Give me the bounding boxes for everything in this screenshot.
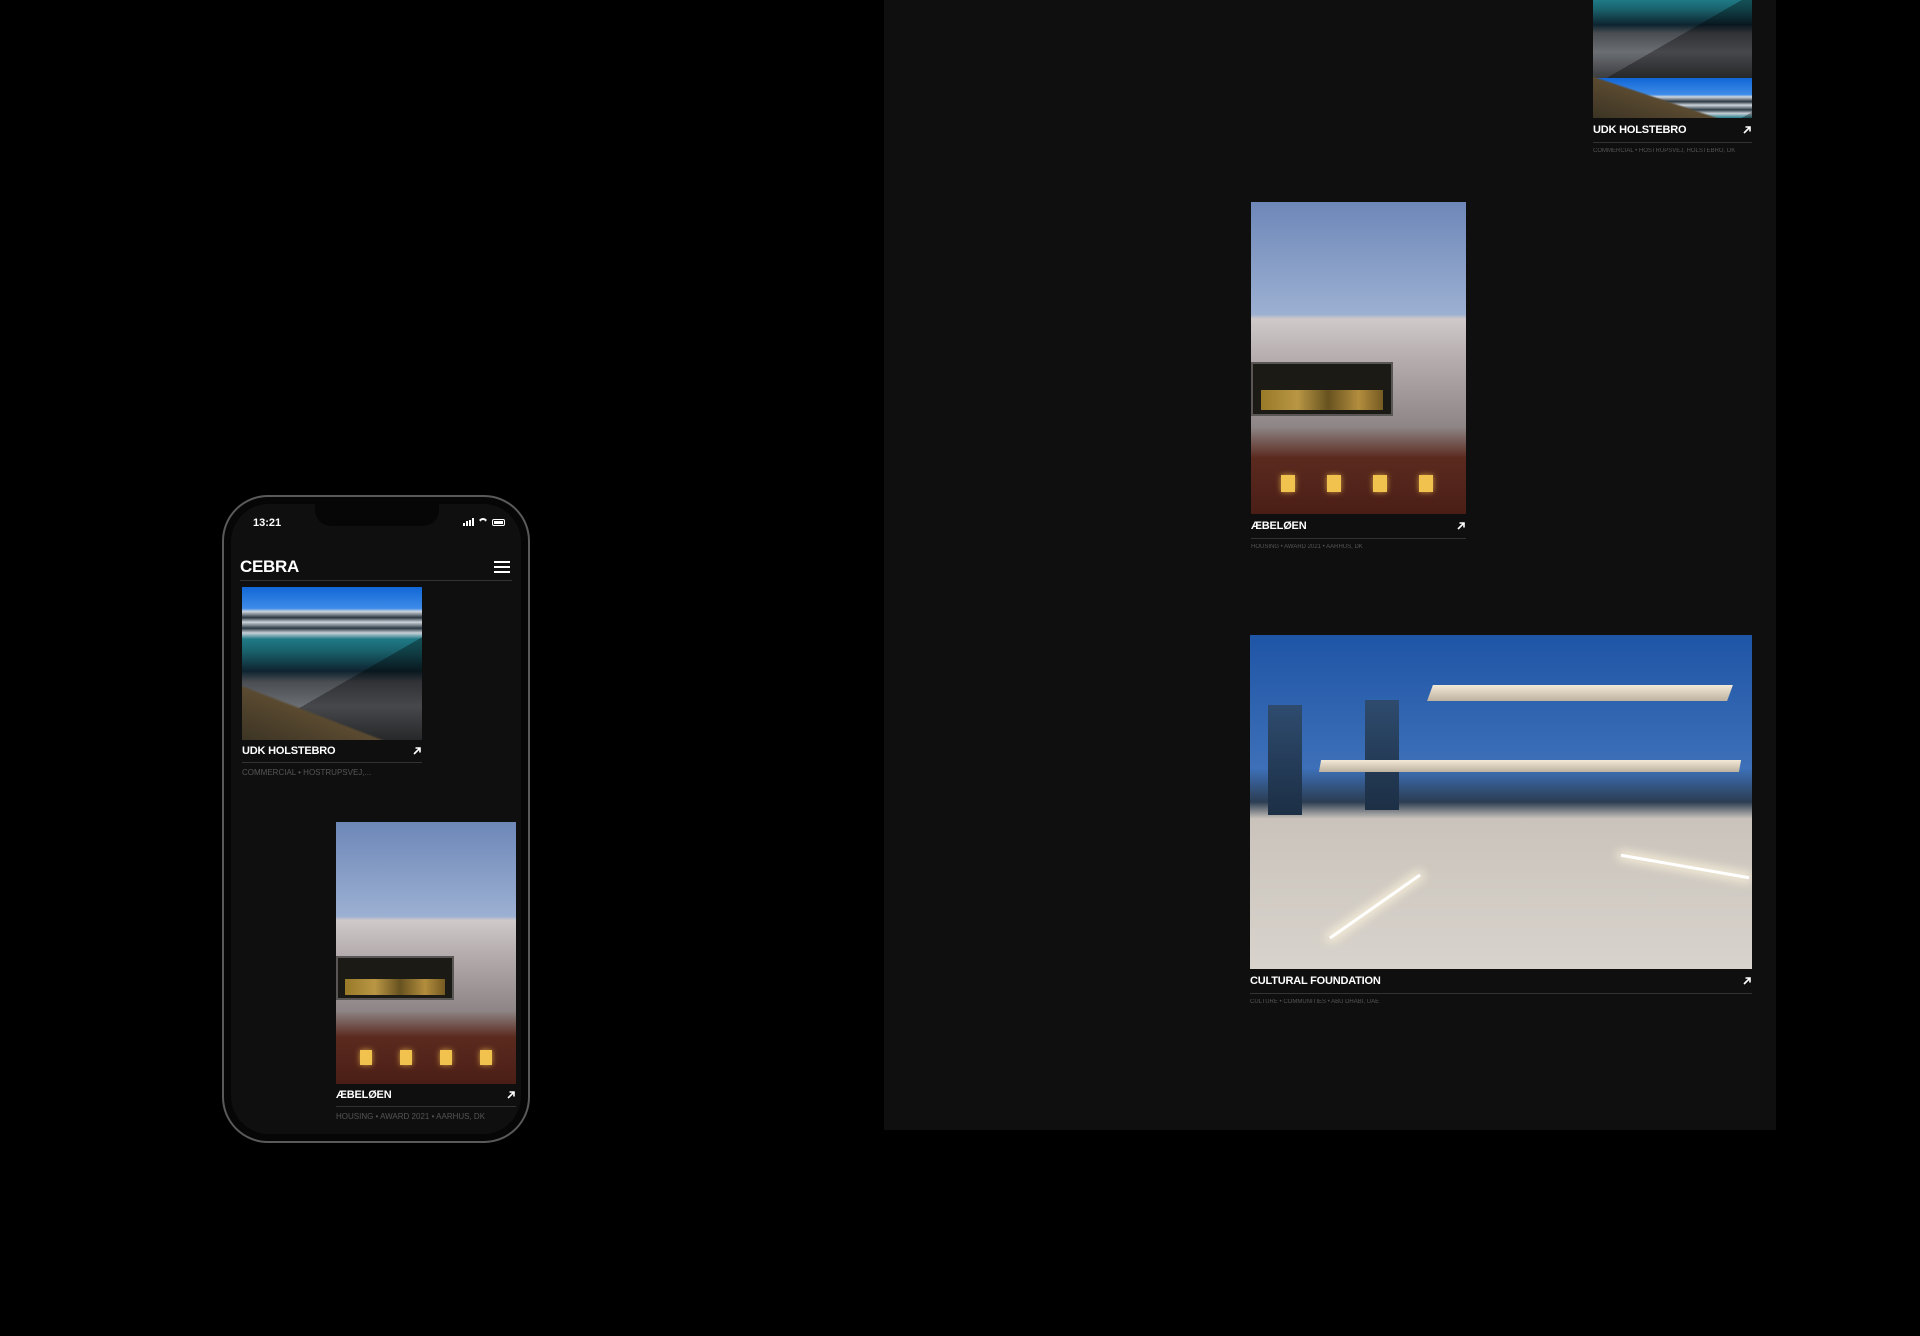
- project-title: ÆBELØEN: [1251, 520, 1307, 532]
- arrow-up-right-icon[interactable]: [1742, 976, 1752, 986]
- project-title-row: UDK HOLSTEBRO: [1593, 118, 1752, 143]
- cellular-signal-icon: [463, 518, 474, 526]
- header-divider: [240, 580, 512, 581]
- project-card-udk-holstebro[interactable]: UDK HOLSTEBRO COMMERCIAL • HOSTRUPSVEJ, …: [1593, 0, 1752, 154]
- project-title: UDK HOLSTEBRO: [242, 745, 336, 757]
- project-image[interactable]: [1250, 635, 1752, 969]
- project-title-row: ÆBELØEN: [1251, 514, 1466, 539]
- battery-icon: [492, 518, 505, 526]
- project-title-row: ÆBELØEN: [336, 1084, 516, 1107]
- project-meta: HOUSING • AWARD 2021 • AARHUS, DK: [1251, 544, 1363, 550]
- hamburger-icon[interactable]: [494, 561, 510, 573]
- status-time: 13:21: [253, 517, 282, 529]
- project-image[interactable]: [1251, 202, 1466, 514]
- project-meta: COMMERCIAL • HOSTRUPSVEJ,...: [242, 768, 372, 777]
- phone-screen: 13:21 CEBRA UDK HOLSTEBRO COMMERCIAL • H…: [231, 504, 521, 1134]
- project-title: ÆBELØEN: [336, 1089, 392, 1101]
- project-title-row: UDK HOLSTEBRO: [242, 740, 422, 763]
- wifi-icon: [478, 518, 488, 526]
- project-card-aebeloen[interactable]: ÆBELØEN HOUSING • AWARD 2021 • AARHUS, D…: [336, 822, 516, 1121]
- project-title: CULTURAL FOUNDATION: [1250, 975, 1381, 987]
- project-card-cultural-foundation[interactable]: CULTURAL FOUNDATION CULTURE • COMMUNITIE…: [1250, 635, 1752, 1005]
- project-card-aebeloen[interactable]: ÆBELØEN HOUSING • AWARD 2021 • AARHUS, D…: [1251, 202, 1466, 550]
- status-icons: [463, 518, 505, 526]
- brand-logo[interactable]: CEBRA: [240, 557, 299, 577]
- project-image[interactable]: [242, 587, 422, 740]
- project-title-row: CULTURAL FOUNDATION: [1250, 969, 1752, 994]
- phone-mockup: 13:21 CEBRA UDK HOLSTEBRO COMMERCIAL • H…: [222, 495, 530, 1143]
- arrow-up-right-icon[interactable]: [1742, 125, 1752, 135]
- arrow-up-right-icon[interactable]: [1456, 521, 1466, 531]
- desktop-page-panel: UDK HOLSTEBRO COMMERCIAL • HOSTRUPSVEJ, …: [884, 0, 1776, 1130]
- project-meta: COMMERCIAL • HOSTRUPSVEJ, HOLSTEBRO, DK: [1593, 148, 1736, 154]
- phone-notch: [315, 504, 439, 526]
- arrow-up-right-icon[interactable]: [412, 746, 422, 756]
- project-card-udk-holstebro[interactable]: UDK HOLSTEBRO COMMERCIAL • HOSTRUPSVEJ,.…: [242, 587, 422, 777]
- project-meta: CULTURE • COMMUNITIES • ABU DHABI, UAE: [1250, 999, 1380, 1005]
- project-image[interactable]: [336, 822, 516, 1084]
- project-meta: HOUSING • AWARD 2021 • AARHUS, DK: [336, 1112, 486, 1121]
- project-image[interactable]: [1593, 0, 1752, 118]
- project-title: UDK HOLSTEBRO: [1593, 124, 1687, 136]
- arrow-up-right-icon[interactable]: [506, 1090, 516, 1100]
